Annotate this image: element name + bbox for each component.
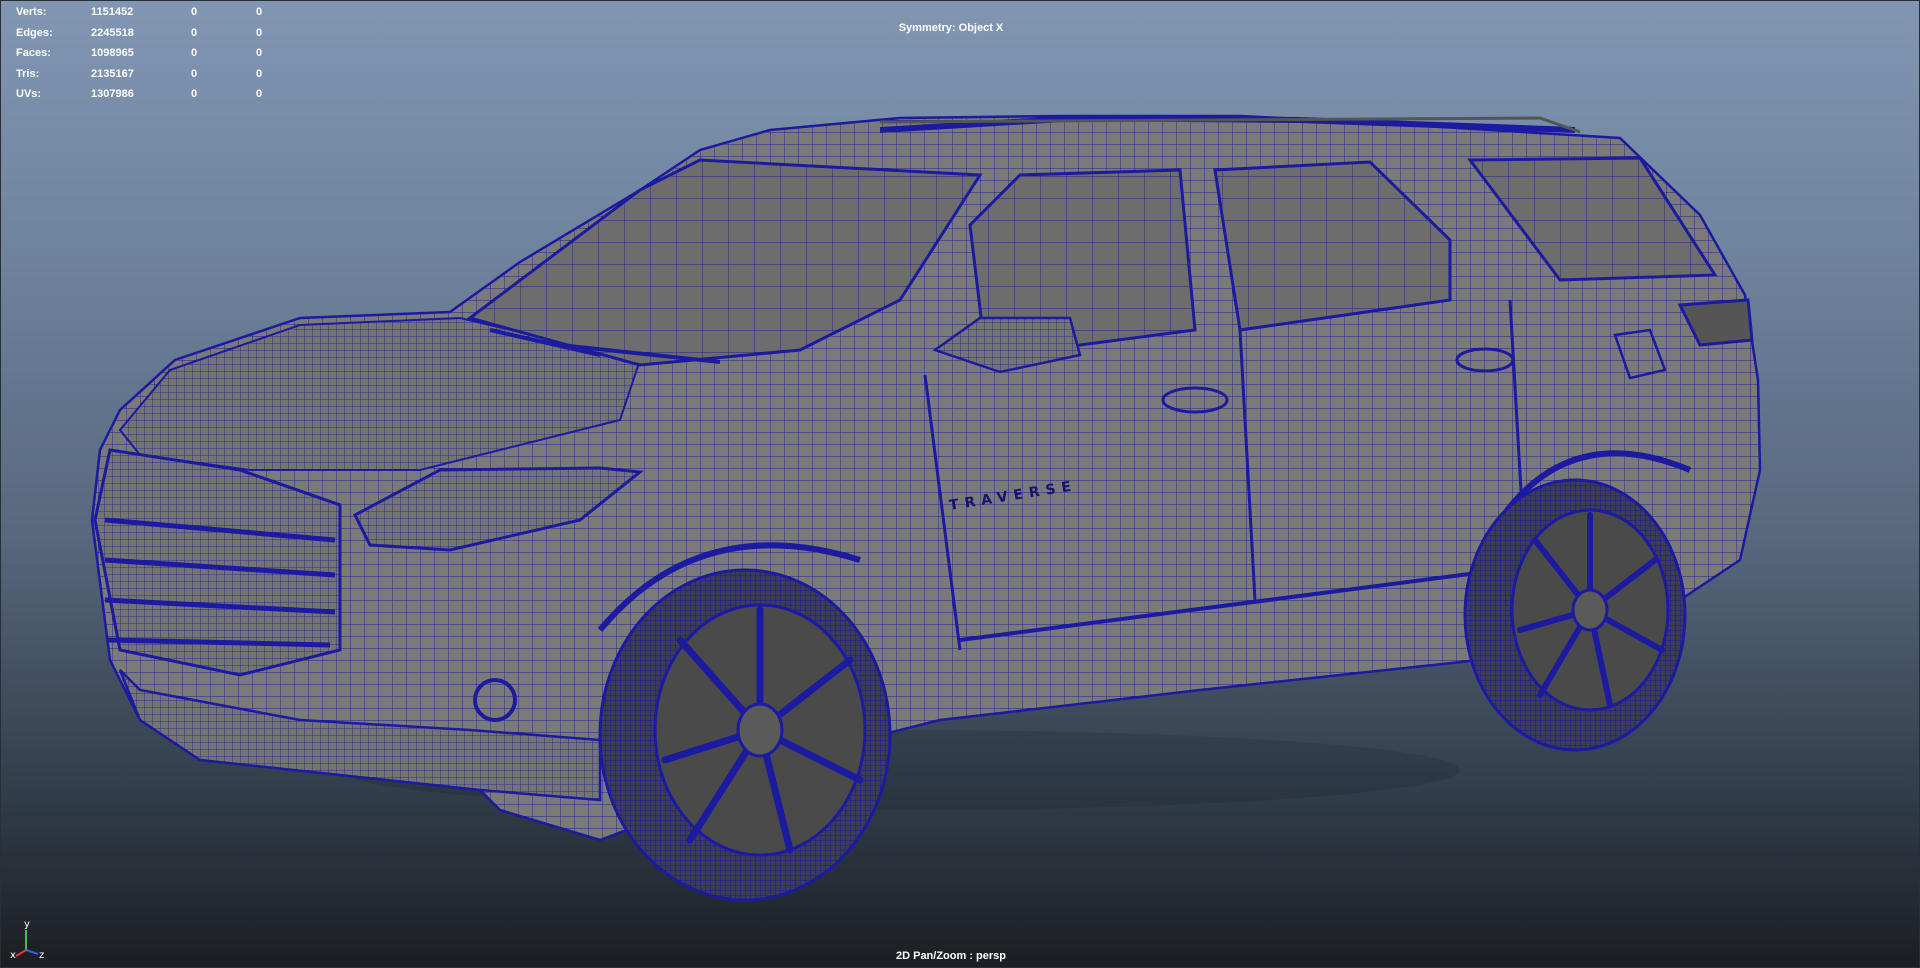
hud-row-verts: Verts: 1151452 0 0 <box>16 2 286 23</box>
hud-component-value: 0 <box>256 88 263 100</box>
hud-selected-value: 0 <box>191 47 198 59</box>
hud-label: Faces: <box>16 47 51 59</box>
view-axis-icon: y x z <box>10 919 44 960</box>
hud-label: Tris: <box>16 67 40 80</box>
hud-total-value: 2135167 <box>91 67 134 80</box>
hud-selected-value: 0 <box>191 67 198 80</box>
hud-row-tris: Tris: 2135167 0 0 <box>16 64 286 85</box>
hud-row-faces: Faces: 1098965 0 0 <box>16 43 286 64</box>
hud-total-value: 1307986 <box>91 88 134 100</box>
axis-z-label: z <box>39 950 44 960</box>
hud-row-uvs: UVs: 1307986 0 0 <box>16 84 286 105</box>
maya-viewport[interactable]: TRAVERSE Verts: 1151452 0 0 Edges: 22455… <box>0 0 1920 968</box>
hud-component-value: 0 <box>256 67 263 80</box>
rear-wheel <box>1463 478 1687 752</box>
hud-component-value: 0 <box>256 47 263 59</box>
hud-total-value: 1151452 <box>91 6 134 18</box>
hud-selected-value: 0 <box>191 88 198 100</box>
camera-name-label: 2D Pan/Zoom : persp <box>895 950 1007 962</box>
hud-label: Verts: <box>16 6 47 18</box>
poly-count-hud: Verts: 1151452 0 0 Edges: 2245518 0 0 Fa… <box>16 2 286 105</box>
axis-x-label: x <box>10 950 16 960</box>
hud-selected-value: 0 <box>191 6 198 18</box>
front-wheel <box>598 568 892 902</box>
hud-component-value: 0 <box>256 6 263 18</box>
symmetry-label: Symmetry: Object X <box>898 22 1004 34</box>
axis-y-label: y <box>24 919 30 930</box>
hud-total-value: 1098965 <box>91 47 134 59</box>
hud-label: UVs: <box>16 88 42 100</box>
suv-wireframe-model[interactable]: TRAVERSE <box>0 0 1920 968</box>
